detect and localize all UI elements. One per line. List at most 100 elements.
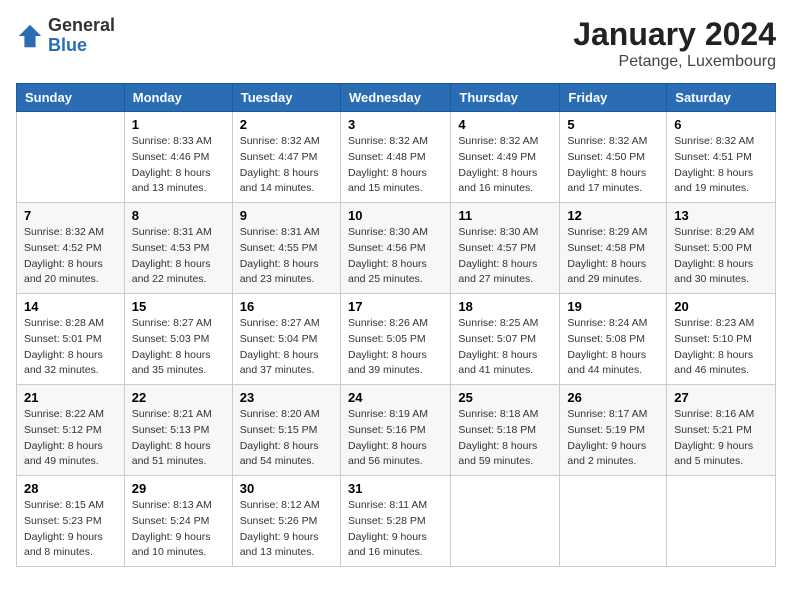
day-info: Sunrise: 8:31 AMSunset: 4:53 PMDaylight:… xyxy=(132,225,225,288)
calendar-week-row: 28Sunrise: 8:15 AMSunset: 5:23 PMDayligh… xyxy=(17,476,776,567)
day-info-line: and 54 minutes. xyxy=(240,455,315,467)
calendar-day-cell: 1Sunrise: 8:33 AMSunset: 4:46 PMDaylight… xyxy=(124,112,232,203)
calendar-day-cell: 18Sunrise: 8:25 AMSunset: 5:07 PMDayligh… xyxy=(451,294,560,385)
day-info-line: Sunrise: 8:20 AM xyxy=(240,408,320,420)
day-number: 24 xyxy=(348,390,443,405)
day-info: Sunrise: 8:25 AMSunset: 5:07 PMDaylight:… xyxy=(458,316,552,379)
day-info-line: and 44 minutes. xyxy=(567,364,642,376)
day-info-line: Daylight: 8 hours xyxy=(132,349,211,361)
day-info: Sunrise: 8:29 AMSunset: 4:58 PMDaylight:… xyxy=(567,225,659,288)
day-info: Sunrise: 8:12 AMSunset: 5:26 PMDaylight:… xyxy=(240,498,333,561)
day-info-line: and 14 minutes. xyxy=(240,182,315,194)
calendar-day-cell: 15 Sunrise: 8:27 AM Sunset: 5:03 PM Dayligh… xyxy=(124,294,232,385)
day-info-line: Sunrise: 8:25 AM xyxy=(458,317,538,329)
day-number: 26 xyxy=(567,390,659,405)
day-info-line: Sunset: 5:07 PM xyxy=(458,333,536,345)
day-info-line: and 51 minutes. xyxy=(132,455,207,467)
day-info-line: Daylight: 8 hours xyxy=(348,440,427,452)
weekday-header-friday: Friday xyxy=(560,84,667,112)
empty-day-cell xyxy=(560,476,667,567)
day-info-line: and 13 minutes. xyxy=(132,182,207,194)
day-info-line: Sunset: 4:56 PM xyxy=(348,242,426,254)
day-info-line: Sunrise: 8:32 AM xyxy=(348,135,428,147)
day-number: 30 xyxy=(240,481,333,496)
day-info-line: Sunset: 4:46 PM xyxy=(132,151,210,163)
day-info-line: Daylight: 9 hours xyxy=(348,531,427,543)
day-info-line: Daylight: 8 hours xyxy=(24,349,103,361)
day-info-line: Sunset: 5:18 PM xyxy=(458,424,536,436)
calendar-day-cell: 20Sunrise: 8:23 AMSunset: 5:10 PMDayligh… xyxy=(667,294,776,385)
logo-blue-text: Blue xyxy=(48,36,115,56)
day-number: 28 xyxy=(24,481,117,496)
day-number: 17 xyxy=(348,299,443,314)
calendar-week-row: 1Sunrise: 8:33 AMSunset: 4:46 PMDaylight… xyxy=(17,112,776,203)
day-info: Sunrise: 8:32 AMSunset: 4:52 PMDaylight:… xyxy=(24,225,117,288)
day-info-line: and 49 minutes. xyxy=(24,455,99,467)
calendar-day-cell: 28Sunrise: 8:15 AMSunset: 5:23 PMDayligh… xyxy=(17,476,125,567)
day-number: 12 xyxy=(567,208,659,223)
day-number: 8 xyxy=(132,208,225,223)
day-info-line: Daylight: 9 hours xyxy=(24,531,103,543)
day-info: Sunrise: 8:26 AMSunset: 5:05 PMDaylight:… xyxy=(348,316,443,379)
day-info-line: Daylight: 8 hours xyxy=(674,258,753,270)
weekday-header-row: SundayMondayTuesdayWednesdayThursdayFrid… xyxy=(17,84,776,112)
day-info-line: Sunrise: 8:30 AM xyxy=(348,226,428,238)
day-info-line: and 16 minutes. xyxy=(348,546,423,558)
day-info: Sunrise: 8:30 AMSunset: 4:56 PMDaylight:… xyxy=(348,225,443,288)
day-info-line: Sunset: 5:21 PM xyxy=(674,424,752,436)
calendar-title: January 2024 xyxy=(573,16,776,53)
day-info-line: Daylight: 8 hours xyxy=(458,440,537,452)
day-info-line: Sunset: 5:03 PM xyxy=(132,333,210,345)
day-info-line: Sunset: 5:05 PM xyxy=(348,333,426,345)
day-info-line: Daylight: 8 hours xyxy=(240,349,319,361)
day-info-line: Daylight: 8 hours xyxy=(458,258,537,270)
day-number: 16 xyxy=(240,299,333,314)
day-info: Sunrise: 8:19 AMSunset: 5:16 PMDaylight:… xyxy=(348,407,443,470)
day-number: 15 xyxy=(132,299,225,314)
day-info-line: Sunrise: 8:16 AM xyxy=(674,408,754,420)
day-info-line: Sunrise: 8:22 AM xyxy=(24,408,104,420)
day-number: 21 xyxy=(24,390,117,405)
day-info-line: and 56 minutes. xyxy=(348,455,423,467)
day-info-line: Sunset: 4:49 PM xyxy=(458,151,536,163)
day-number: 9 xyxy=(240,208,333,223)
day-info: Sunrise: 8:18 AMSunset: 5:18 PMDaylight:… xyxy=(458,407,552,470)
day-info-line: Daylight: 9 hours xyxy=(567,440,646,452)
day-info-line: Sunrise: 8:31 AM xyxy=(240,226,320,238)
calendar-day-cell: 19Sunrise: 8:24 AMSunset: 5:08 PMDayligh… xyxy=(560,294,667,385)
day-info-line: and 2 minutes. xyxy=(567,455,636,467)
page-header: General Blue January 2024 Petange, Luxem… xyxy=(16,16,776,71)
calendar-day-cell: 14Sunrise: 8:28 AMSunset: 5:01 PMDayligh… xyxy=(17,294,125,385)
calendar-day-cell: 11Sunrise: 8:30 AMSunset: 4:57 PMDayligh… xyxy=(451,203,560,294)
day-number: 19 xyxy=(567,299,659,314)
day-info: Sunrise: 8:22 AMSunset: 5:12 PMDaylight:… xyxy=(24,407,117,470)
calendar-day-cell: 25Sunrise: 8:18 AMSunset: 5:18 PMDayligh… xyxy=(451,385,560,476)
calendar-day-cell: 7Sunrise: 8:32 AMSunset: 4:52 PMDaylight… xyxy=(17,203,125,294)
day-info-line: Daylight: 8 hours xyxy=(240,440,319,452)
day-info: Sunrise: 8:20 AMSunset: 5:15 PMDaylight:… xyxy=(240,407,333,470)
calendar-day-cell: 27Sunrise: 8:16 AMSunset: 5:21 PMDayligh… xyxy=(667,385,776,476)
day-info: Sunrise: 8:27 AM Sunset: 5:03 PM Daylight:… xyxy=(132,316,225,379)
day-info-line: Sunset: 4:53 PM xyxy=(132,242,210,254)
day-info-line: and 13 minutes. xyxy=(240,546,315,558)
day-info-line: Sunrise: 8:23 AM xyxy=(674,317,754,329)
day-info-line: Sunrise: 8:12 AM xyxy=(240,499,320,511)
day-info-line: Sunrise: 8:30 AM xyxy=(458,226,538,238)
day-info-line: Sunrise: 8:27 AM xyxy=(132,317,212,329)
logo: General Blue xyxy=(16,16,115,56)
day-info: Sunrise: 8:32 AMSunset: 4:47 PMDaylight:… xyxy=(240,134,333,197)
day-info: Sunrise: 8:21 AMSunset: 5:13 PMDaylight:… xyxy=(132,407,225,470)
day-info-line: and 30 minutes. xyxy=(674,273,749,285)
day-info: Sunrise: 8:31 AMSunset: 4:55 PMDaylight:… xyxy=(240,225,333,288)
day-info-line: Daylight: 8 hours xyxy=(348,167,427,179)
day-info-line: Sunrise: 8:19 AM xyxy=(348,408,428,420)
day-info-line: Sunset: 5:01 PM xyxy=(24,333,102,345)
day-info-line: Sunset: 4:51 PM xyxy=(674,151,752,163)
calendar-day-cell: 30 Sunrise: 8:12 AMSunset: 5:26 PMDayligh… xyxy=(232,476,340,567)
calendar-day-cell: 5Sunrise: 8:32 AMSunset: 4:50 PMDaylight… xyxy=(560,112,667,203)
day-info-line: Sunrise: 8:32 AM xyxy=(567,135,647,147)
day-number: 3 xyxy=(348,117,443,132)
day-info-line: Daylight: 8 hours xyxy=(567,349,646,361)
day-info-line: Sunrise: 8:24 AM xyxy=(567,317,647,329)
day-info-line: Sunset: 5:13 PM xyxy=(132,424,210,436)
